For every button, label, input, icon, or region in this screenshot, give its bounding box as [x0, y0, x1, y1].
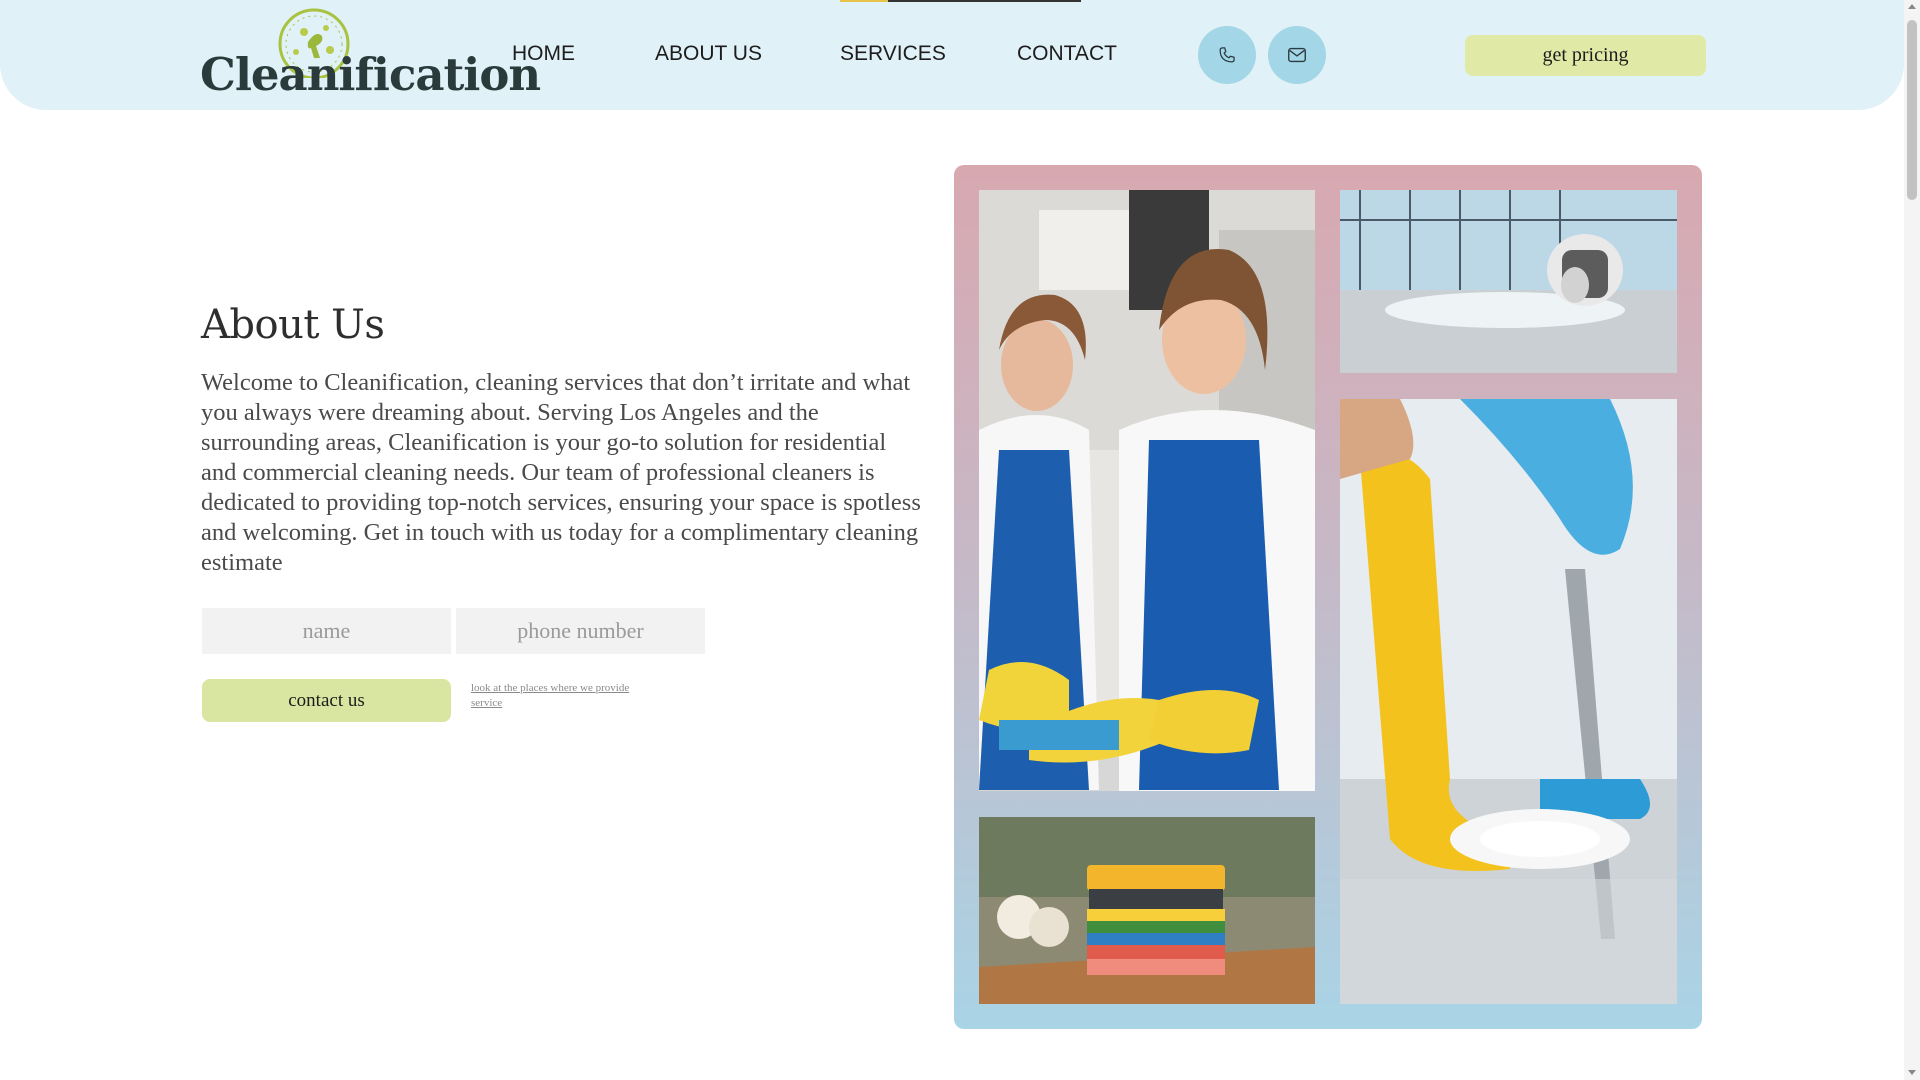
name-input[interactable]	[202, 608, 451, 654]
scroll-up-arrow[interactable]	[1908, 4, 1916, 9]
nav-active-indicator	[840, 0, 888, 2]
nav-services[interactable]: SERVICES	[840, 42, 946, 66]
nav-home[interactable]: HOME	[512, 42, 575, 66]
sponges-photo	[979, 817, 1315, 1004]
mop-floor-photo	[1340, 399, 1677, 1004]
page-scrollbar[interactable]	[1904, 0, 1920, 1080]
contact-us-button[interactable]: contact us	[202, 679, 451, 722]
mail-icon	[1288, 47, 1306, 63]
about-description: Welcome to Cleanification, cleaning serv…	[201, 369, 921, 576]
scroll-down-arrow[interactable]	[1908, 1070, 1916, 1075]
photo-gallery	[954, 165, 1702, 1029]
nav-contact[interactable]: CONTACT	[1017, 42, 1117, 66]
scrollbar-thumb[interactable]	[1907, 20, 1917, 200]
get-pricing-button[interactable]: get pricing	[1465, 35, 1706, 76]
nav-hover-indicator	[888, 0, 1081, 2]
brand-name: Cleanification	[200, 48, 541, 101]
phone-icon	[1219, 47, 1235, 63]
site-header: Cleanification HOME ABOUT US SERVICES CO…	[0, 0, 1904, 110]
office-floor-photo	[1340, 190, 1677, 373]
service-areas-link[interactable]: look at the places where we provide serv…	[471, 681, 641, 711]
nav-about-us[interactable]: ABOUT US	[655, 42, 762, 66]
phone-button[interactable]	[1198, 26, 1256, 84]
mail-button[interactable]	[1268, 26, 1326, 84]
brand-logo[interactable]: Cleanification	[200, 8, 541, 101]
about-title: About Us	[201, 302, 385, 348]
phone-number-input[interactable]	[456, 608, 705, 654]
cleaners-photo	[979, 190, 1315, 791]
